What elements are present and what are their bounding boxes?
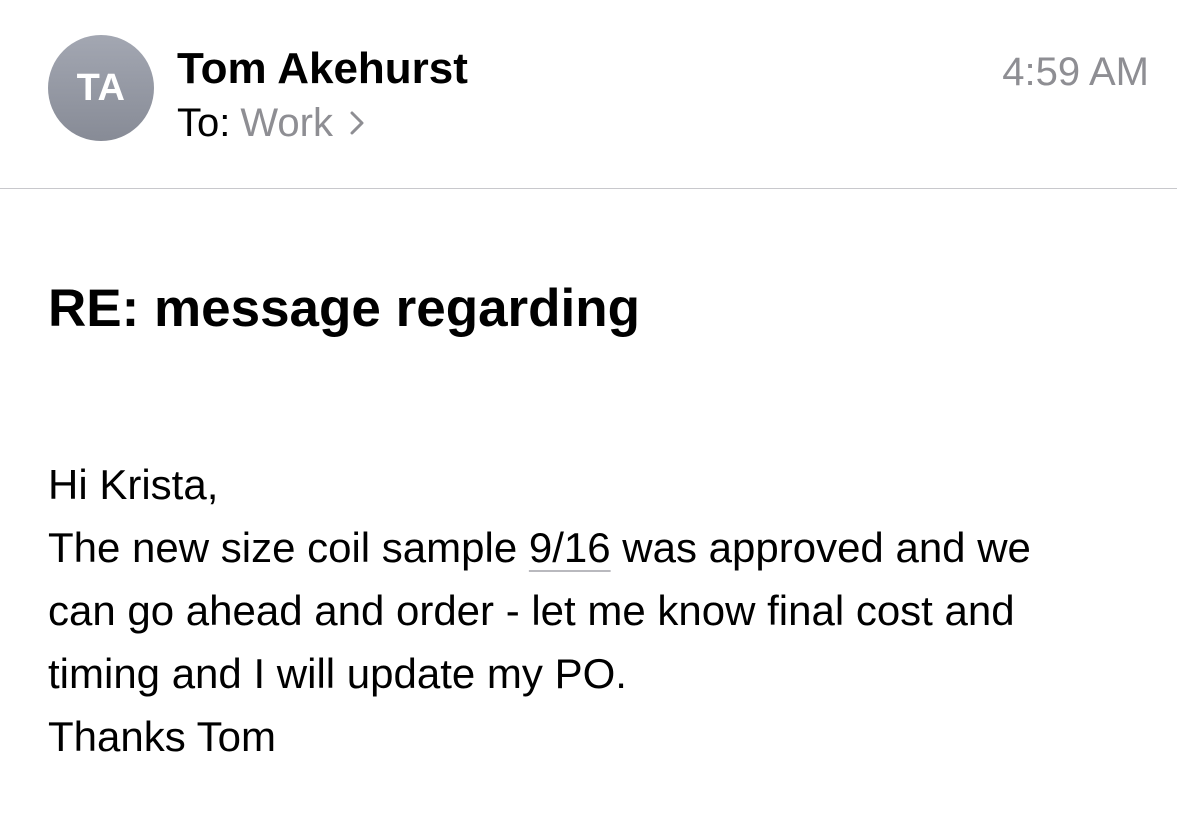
body-line-order: can go ahead and order - let me know fin… [48,587,1015,634]
header-divider [0,188,1177,189]
body-text-after-date: was approved and we [610,524,1031,571]
body-line-update: timing and I will update my PO. [48,650,627,697]
message-header: TA Tom Akehurst To: Work 4:59 AM [0,0,1177,188]
body-text-before-date: The new size coil sample [48,524,529,571]
body-greeting: Hi Krista, [48,461,219,508]
recipient-line[interactable]: To: Work [177,99,369,147]
recipient-value[interactable]: Work [240,99,333,147]
message-subject: RE: message regarding [48,279,641,338]
body-line-approval: The new size coil sample 9/16 was approv… [48,516,1148,579]
sender-name[interactable]: Tom Akehurst [177,44,468,94]
recipient-label: To: [177,101,231,145]
avatar-initials: TA [76,66,126,109]
mail-message-view: TA Tom Akehurst To: Work 4:59 AM RE: mes… [0,0,1177,827]
message-timestamp: 4:59 AM [1002,50,1149,94]
message-body: Hi Krista, The new size coil sample 9/16… [48,453,1148,768]
chevron-right-icon[interactable] [345,108,369,138]
sender-avatar[interactable]: TA [48,35,154,141]
body-signoff: Thanks Tom [48,713,276,760]
detected-date-link[interactable]: 9/16 [529,524,611,571]
